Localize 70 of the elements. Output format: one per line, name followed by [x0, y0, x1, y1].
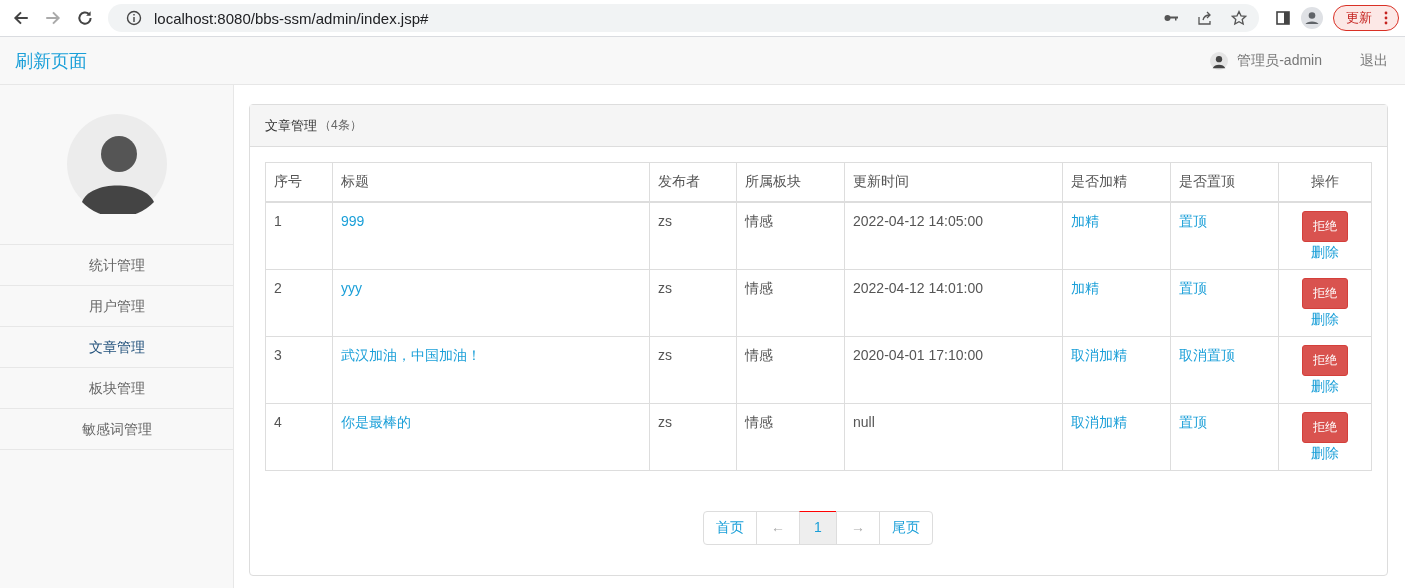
table-cell: 情感 — [736, 202, 845, 270]
title-link[interactable]: 999 — [341, 213, 365, 229]
table-cell: null — [844, 403, 1063, 471]
pin-top-link[interactable]: 取消置顶 — [1179, 347, 1235, 363]
table-cell: zs — [649, 269, 737, 337]
featured-link[interactable]: 加精 — [1071, 213, 1099, 229]
delete-link[interactable]: 删除 — [1311, 311, 1339, 329]
reload-icon[interactable] — [76, 9, 94, 27]
title-link[interactable]: 你是最棒的 — [341, 414, 411, 430]
title-link[interactable]: 武汉加油，中国加油！ — [341, 347, 481, 363]
delete-link[interactable]: 删除 — [1311, 445, 1339, 463]
table-cell: 情感 — [736, 403, 845, 471]
column-header: 标题 — [332, 162, 650, 202]
featured-link[interactable]: 取消加精 — [1071, 347, 1127, 363]
logout-link[interactable]: 退出 — [1360, 51, 1388, 70]
page-link[interactable]: 1 — [799, 511, 837, 545]
article-count: （4条） — [319, 117, 362, 134]
table-cell: zs — [649, 336, 737, 404]
sidebar-item[interactable]: 文章管理 — [0, 327, 233, 368]
reject-button[interactable]: 拒绝 — [1302, 345, 1348, 376]
reject-button[interactable]: 拒绝 — [1302, 278, 1348, 309]
column-header: 序号 — [265, 162, 333, 202]
pin-top-link[interactable]: 置顶 — [1179, 414, 1207, 430]
column-header: 所属板块 — [736, 162, 845, 202]
table-cell: 3 — [265, 336, 333, 404]
avatar-icon — [66, 114, 167, 214]
table-cell: 情感 — [736, 336, 845, 404]
panel-title: 文章管理 — [265, 116, 317, 135]
table-cell: zs — [649, 403, 737, 471]
table-cell: 1 — [265, 202, 333, 270]
column-header: 是否加精 — [1062, 162, 1171, 202]
sidebar-item[interactable]: 板块管理 — [0, 368, 233, 409]
featured-link[interactable]: 加精 — [1071, 280, 1099, 296]
info-icon — [126, 10, 142, 26]
update-button[interactable]: 更新 — [1333, 5, 1399, 31]
table-cell: 情感 — [736, 269, 845, 337]
reject-button[interactable]: 拒绝 — [1302, 412, 1348, 443]
user-avatar-icon — [1210, 51, 1229, 70]
column-header: 更新时间 — [844, 162, 1063, 202]
column-header: 操作 — [1278, 162, 1372, 202]
column-header: 发布者 — [649, 162, 737, 202]
pin-top-link[interactable]: 置顶 — [1179, 213, 1207, 229]
brand-link[interactable]: 刷新页面 — [15, 48, 87, 73]
page-link[interactable]: 首页 — [703, 511, 758, 545]
page-link[interactable]: 尾页 — [878, 511, 933, 545]
star-icon[interactable] — [1231, 10, 1247, 26]
side-panel-icon[interactable] — [1275, 10, 1291, 26]
table-cell: zs — [649, 202, 737, 270]
user-link[interactable]: 管理员-admin — [1237, 51, 1322, 70]
sidebar-item[interactable]: 统计管理 — [0, 245, 233, 286]
pin-top-link[interactable]: 置顶 — [1179, 280, 1207, 296]
sidebar-item[interactable]: 用户管理 — [0, 286, 233, 327]
address-bar[interactable]: localhost:8080/bbs-ssm/admin/index.jsp# — [108, 4, 1259, 32]
table-cell: 2020-04-01 17:10:00 — [844, 336, 1063, 404]
url-text: localhost:8080/bbs-ssm/admin/index.jsp# — [154, 9, 429, 27]
reject-button[interactable]: 拒绝 — [1302, 211, 1348, 242]
table-cell: 2022-04-12 14:01:00 — [844, 269, 1063, 337]
delete-link[interactable]: 删除 — [1311, 244, 1339, 262]
column-header: 是否置顶 — [1170, 162, 1279, 202]
more-icon — [1384, 11, 1388, 25]
table-cell: 2022-04-12 14:05:00 — [844, 202, 1063, 270]
profile-icon[interactable] — [1301, 7, 1323, 29]
featured-link[interactable]: 取消加精 — [1071, 414, 1127, 430]
title-link[interactable]: yyy — [341, 280, 362, 296]
table-cell: 2 — [265, 269, 333, 337]
delete-link[interactable]: 删除 — [1311, 378, 1339, 396]
sidebar-item[interactable]: 敏感词管理 — [0, 409, 233, 450]
back-icon[interactable] — [12, 9, 30, 27]
table-cell: 4 — [265, 403, 333, 471]
share-icon[interactable] — [1197, 10, 1213, 26]
